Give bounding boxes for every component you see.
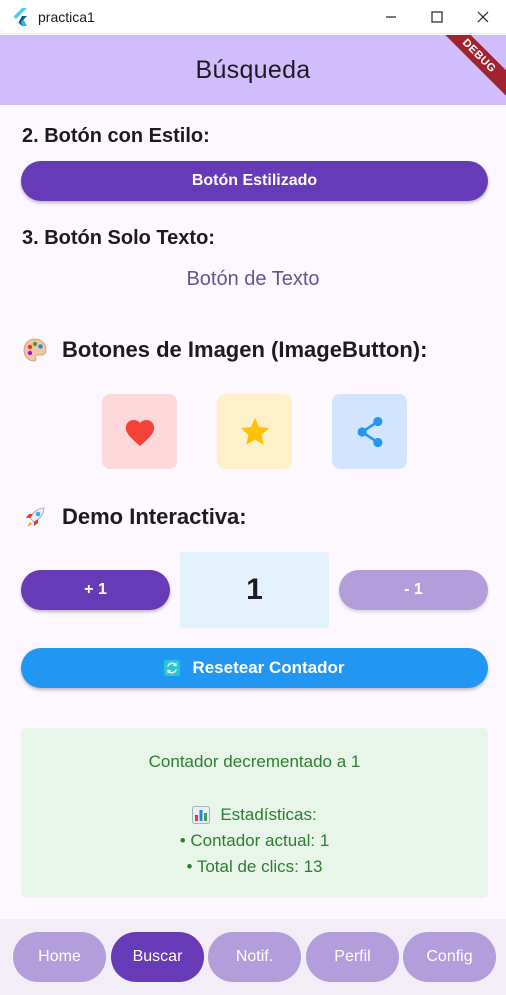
heart-icon <box>125 419 154 446</box>
stats-heading-text: Estadísticas: <box>220 805 317 824</box>
bar-chart-icon <box>192 806 211 824</box>
refresh-icon <box>164 660 181 676</box>
window-titlebar: practica1 <box>0 0 506 34</box>
status-message: Contador decrementado a 1 <box>148 752 361 771</box>
nav-notif-button[interactable]: Notif. <box>208 932 301 982</box>
main-content: 2. Botón con Estilo: Botón Estilizado 3.… <box>0 105 506 919</box>
nav-home-button[interactable]: Home <box>13 932 106 982</box>
maximize-button[interactable] <box>414 0 460 34</box>
nav-buscar-button[interactable]: Buscar <box>111 932 204 982</box>
image-buttons-title: Botones de Imagen (ImageButton): <box>22 337 427 363</box>
text-button[interactable]: Botón de Texto <box>0 268 506 291</box>
demo-title-text: Demo Interactiva: <box>62 504 247 529</box>
stats-panel: Contador decrementado a 1 Estadísticas: … <box>21 728 488 898</box>
counter-value: 1 <box>180 552 329 628</box>
rocket-icon <box>26 507 45 527</box>
window-title: practica1 <box>38 8 95 25</box>
stats-total-clicks: • Total de clics: 13 <box>186 857 323 876</box>
bottom-nav: Home Buscar Notif. Perfil Config <box>0 919 506 995</box>
debug-banner: DEBUG <box>433 35 506 102</box>
minimize-button[interactable] <box>368 0 414 34</box>
image-buttons-title-text: Botones de Imagen (ImageButton): <box>62 337 428 362</box>
page-title: Búsqueda <box>195 55 311 84</box>
flutter-logo-icon <box>13 7 27 26</box>
heart-image-button[interactable] <box>102 394 177 469</box>
styled-button[interactable]: Botón Estilizado <box>21 161 488 201</box>
stats-current-count: • Contador actual: 1 <box>179 831 330 850</box>
minimize-icon <box>386 16 396 18</box>
share-image-button[interactable] <box>332 394 407 469</box>
nav-perfil-button[interactable]: Perfil <box>306 932 399 982</box>
nav-config-button[interactable]: Config <box>403 932 496 982</box>
demo-title: Demo Interactiva: <box>22 504 247 530</box>
close-icon <box>477 11 489 23</box>
maximize-icon <box>431 11 443 23</box>
star-icon <box>240 417 269 445</box>
increment-button[interactable]: + 1 <box>21 570 170 610</box>
close-button[interactable] <box>460 0 506 34</box>
palette-icon <box>23 338 47 362</box>
reset-counter-label: Resetear Contador <box>192 658 345 677</box>
decrement-button[interactable]: - 1 <box>339 570 488 610</box>
styled-button-label: 2. Botón con Estilo: <box>22 125 210 147</box>
star-image-button[interactable] <box>217 394 292 469</box>
text-button-label: 3. Botón Solo Texto: <box>22 227 215 249</box>
stats-heading: Estadísticas: <box>21 805 488 825</box>
app-bar: Búsqueda DEBUG <box>0 35 506 105</box>
share-icon <box>357 416 382 447</box>
reset-counter-button[interactable]: Resetear Contador <box>21 648 488 688</box>
